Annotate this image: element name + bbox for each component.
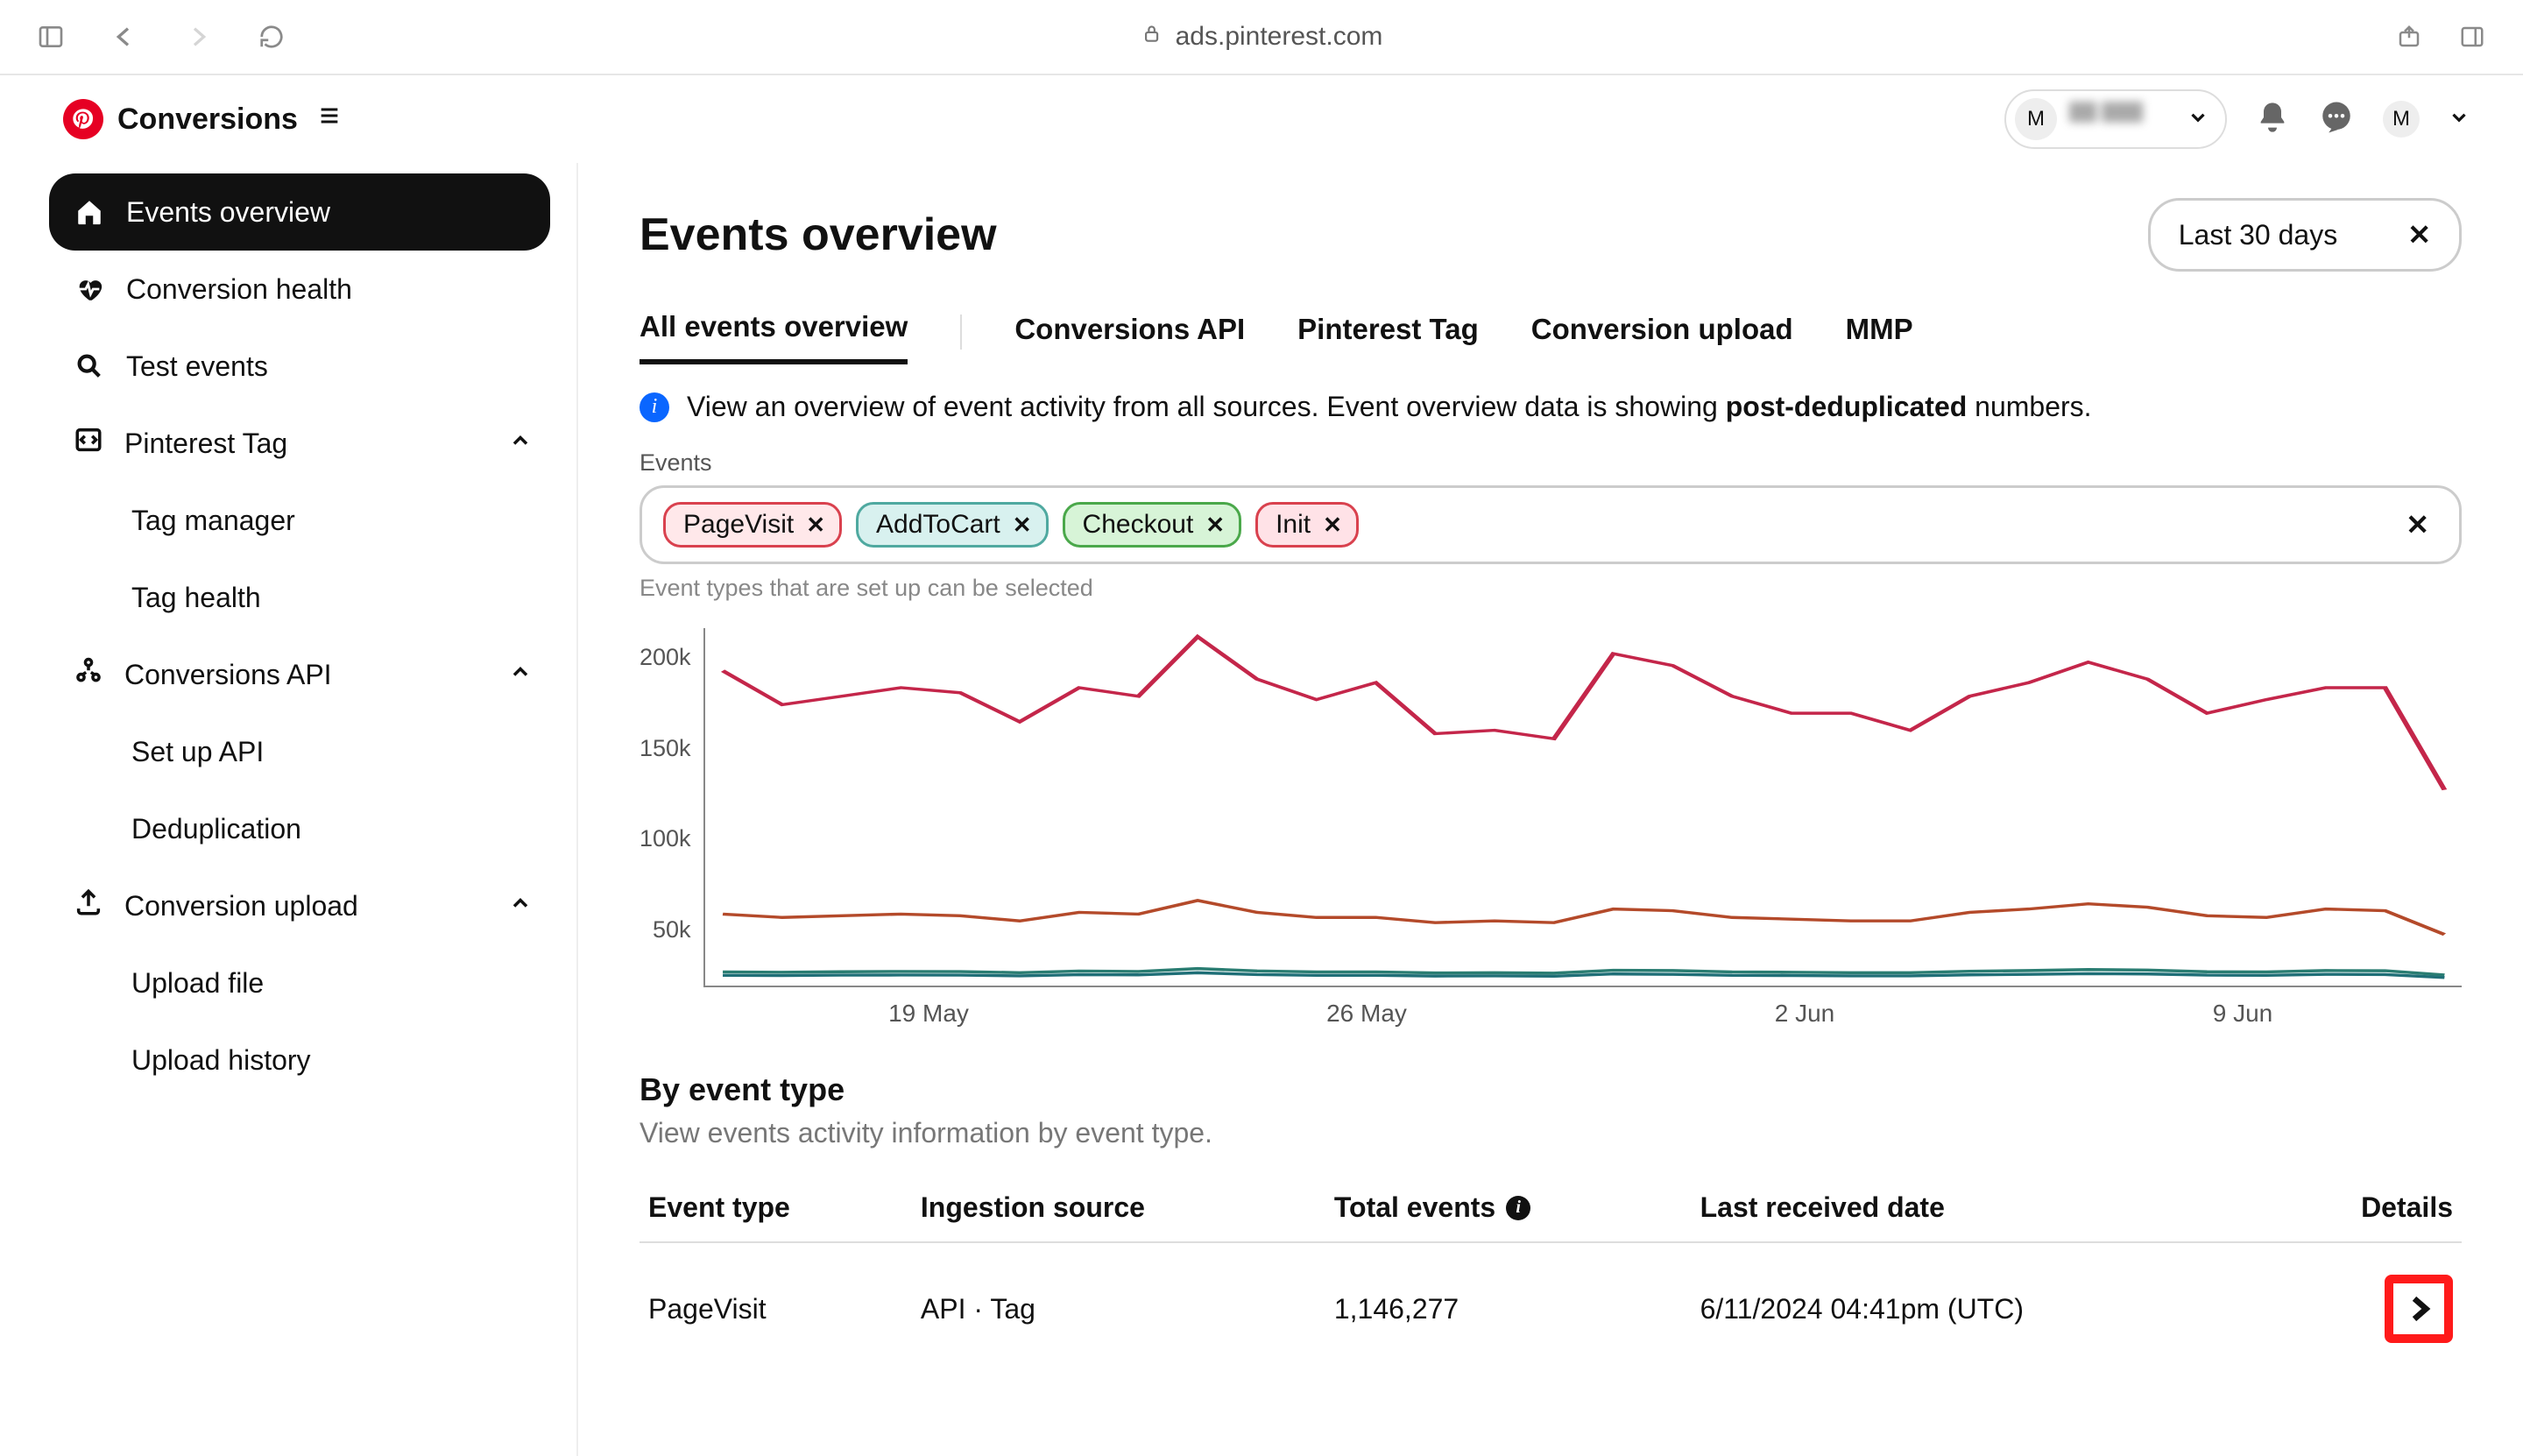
tabs-icon[interactable]	[2456, 21, 2488, 53]
forward-icon	[182, 21, 214, 53]
filter-chip-init[interactable]: Init ✕	[1255, 502, 1359, 548]
heartbeat-icon	[74, 274, 105, 304]
sidebar-item-upload-file[interactable]: Upload file	[49, 944, 550, 1021]
main-content: Events overview Last 30 days ✕ All event…	[578, 163, 2523, 1456]
chevron-down-icon	[2187, 106, 2209, 133]
sidebar-item-deduplication[interactable]: Deduplication	[49, 790, 550, 867]
events-chart: 200k 150k 100k 50k	[640, 628, 2462, 987]
bell-icon[interactable]	[2255, 100, 2290, 139]
sidebar-item-label: Test events	[126, 350, 268, 383]
sidebar-group-label: Conversion upload	[124, 890, 358, 922]
chart-series-addtocart[interactable]	[723, 901, 2444, 935]
date-range-picker[interactable]: Last 30 days ✕	[2148, 198, 2462, 272]
chart-series-init[interactable]	[723, 972, 2444, 977]
chart-plot-area[interactable]	[703, 628, 2462, 987]
details-button[interactable]	[2385, 1275, 2453, 1343]
menu-icon[interactable]	[317, 103, 342, 135]
sidebar-item-conversion-health[interactable]: Conversion health	[49, 251, 550, 328]
event-filter-input[interactable]: PageVisit ✕ AddToCart ✕ Checkout ✕ Init …	[640, 485, 2462, 564]
sidebar-item-label: Conversion health	[126, 273, 352, 306]
app-topbar: Conversions M ██ ███ M	[0, 75, 2523, 163]
magnifier-icon	[74, 351, 105, 381]
sidebar-group-conversion-upload[interactable]: Conversion upload	[49, 867, 550, 944]
user-avatar[interactable]: M	[2383, 101, 2420, 138]
cell-last-received: 6/11/2024 04:41pm (UTC)	[1692, 1242, 2275, 1364]
events-table: Event type Ingestion source Total events…	[640, 1174, 2462, 1364]
home-icon	[74, 197, 105, 227]
address-url[interactable]: ads.pinterest.com	[1176, 22, 1383, 52]
remove-chip-icon[interactable]: ✕	[806, 512, 825, 539]
sidebar-group-label: Conversions API	[124, 659, 332, 691]
filter-chip-checkout[interactable]: Checkout ✕	[1063, 502, 1242, 548]
source-tabs: All events overview Conversions API Pint…	[640, 310, 2462, 364]
sidebar-item-test-events[interactable]: Test events	[49, 328, 550, 405]
col-details: Details	[2274, 1174, 2462, 1242]
filter-chip-addtocart[interactable]: AddToCart ✕	[856, 502, 1049, 548]
tab-all-events[interactable]: All events overview	[640, 310, 908, 364]
close-icon[interactable]: ✕	[2407, 218, 2431, 251]
info-icon: i	[640, 392, 669, 422]
by-event-title: By event type	[640, 1071, 2462, 1108]
chevron-up-icon	[508, 428, 533, 460]
remove-chip-icon[interactable]: ✕	[1205, 512, 1225, 539]
table-row: PageVisit API · Tag 1,146,277 6/11/2024 …	[640, 1242, 2462, 1364]
chart-y-axis: 200k 150k 100k 50k	[640, 628, 703, 987]
pinterest-logo-icon[interactable]	[63, 99, 103, 139]
sidebar-item-tag-manager[interactable]: Tag manager	[49, 482, 550, 559]
tab-pinterest-tag[interactable]: Pinterest Tag	[1297, 313, 1479, 362]
account-name: ██ ███	[2069, 102, 2174, 137]
col-last-received[interactable]: Last received date	[1692, 1174, 2275, 1242]
filter-hint: Event types that are set up can be selec…	[640, 575, 2462, 602]
by-event-subtitle: View events activity information by even…	[640, 1117, 2462, 1149]
account-avatar: M	[2015, 98, 2057, 140]
cell-event-type: PageVisit	[640, 1242, 912, 1364]
cell-ingestion: API · Tag	[912, 1242, 1325, 1364]
chart-series-pagevisit[interactable]	[723, 637, 2444, 790]
chart-x-axis: 19 May 26 May 2 Jun 9 Jun	[710, 1000, 2462, 1028]
upload-icon	[74, 887, 103, 924]
sidebar-toggle-icon[interactable]	[35, 21, 67, 53]
sidebar-item-set-up-api[interactable]: Set up API	[49, 713, 550, 790]
col-ingestion-source[interactable]: Ingestion source	[912, 1174, 1325, 1242]
tab-conversions-api[interactable]: Conversions API	[1014, 313, 1245, 362]
sidebar-group-pinterest-tag[interactable]: Pinterest Tag	[49, 405, 550, 482]
events-filter-label: Events	[640, 449, 2462, 477]
sidebar-item-events-overview[interactable]: Events overview	[49, 173, 550, 251]
browser-toolbar: ads.pinterest.com	[0, 0, 2523, 75]
reload-icon[interactable]	[256, 21, 287, 53]
tag-code-icon	[74, 425, 103, 462]
sidebar-item-label: Events overview	[126, 196, 330, 229]
api-icon	[74, 656, 103, 693]
account-switcher[interactable]: M ██ ███	[2004, 89, 2227, 149]
tab-conversion-upload[interactable]: Conversion upload	[1531, 313, 1793, 362]
remove-chip-icon[interactable]: ✕	[1323, 512, 1342, 539]
tab-mmp[interactable]: MMP	[1846, 313, 1913, 362]
back-icon[interactable]	[109, 21, 140, 53]
sidebar-item-tag-health[interactable]: Tag health	[49, 559, 550, 636]
page-title: Events overview	[640, 209, 997, 261]
info-icon[interactable]: i	[1506, 1196, 1530, 1220]
cell-total: 1,146,277	[1325, 1242, 1692, 1364]
chat-icon[interactable]	[2318, 99, 2355, 140]
col-event-type[interactable]: Event type	[640, 1174, 912, 1242]
col-total-events[interactable]: Total events i	[1325, 1174, 1692, 1242]
chevron-down-icon[interactable]	[2448, 106, 2470, 133]
date-range-label: Last 30 days	[2179, 219, 2337, 251]
filter-chip-pagevisit[interactable]: PageVisit ✕	[663, 502, 842, 548]
brand-title: Conversions	[117, 102, 298, 137]
sidebar-item-upload-history[interactable]: Upload history	[49, 1021, 550, 1099]
sidebar: Events overview Conversion health Test e…	[0, 163, 578, 1456]
sidebar-group-conversions-api[interactable]: Conversions API	[49, 636, 550, 713]
info-banner: i View an overview of event activity fro…	[640, 391, 2462, 423]
chevron-up-icon	[508, 890, 533, 922]
lock-icon	[1141, 22, 1163, 52]
share-icon[interactable]	[2393, 21, 2425, 53]
sidebar-group-label: Pinterest Tag	[124, 428, 287, 460]
chevron-up-icon	[508, 659, 533, 691]
clear-filters-icon[interactable]: ✕	[2397, 508, 2438, 541]
remove-chip-icon[interactable]: ✕	[1013, 512, 1032, 539]
